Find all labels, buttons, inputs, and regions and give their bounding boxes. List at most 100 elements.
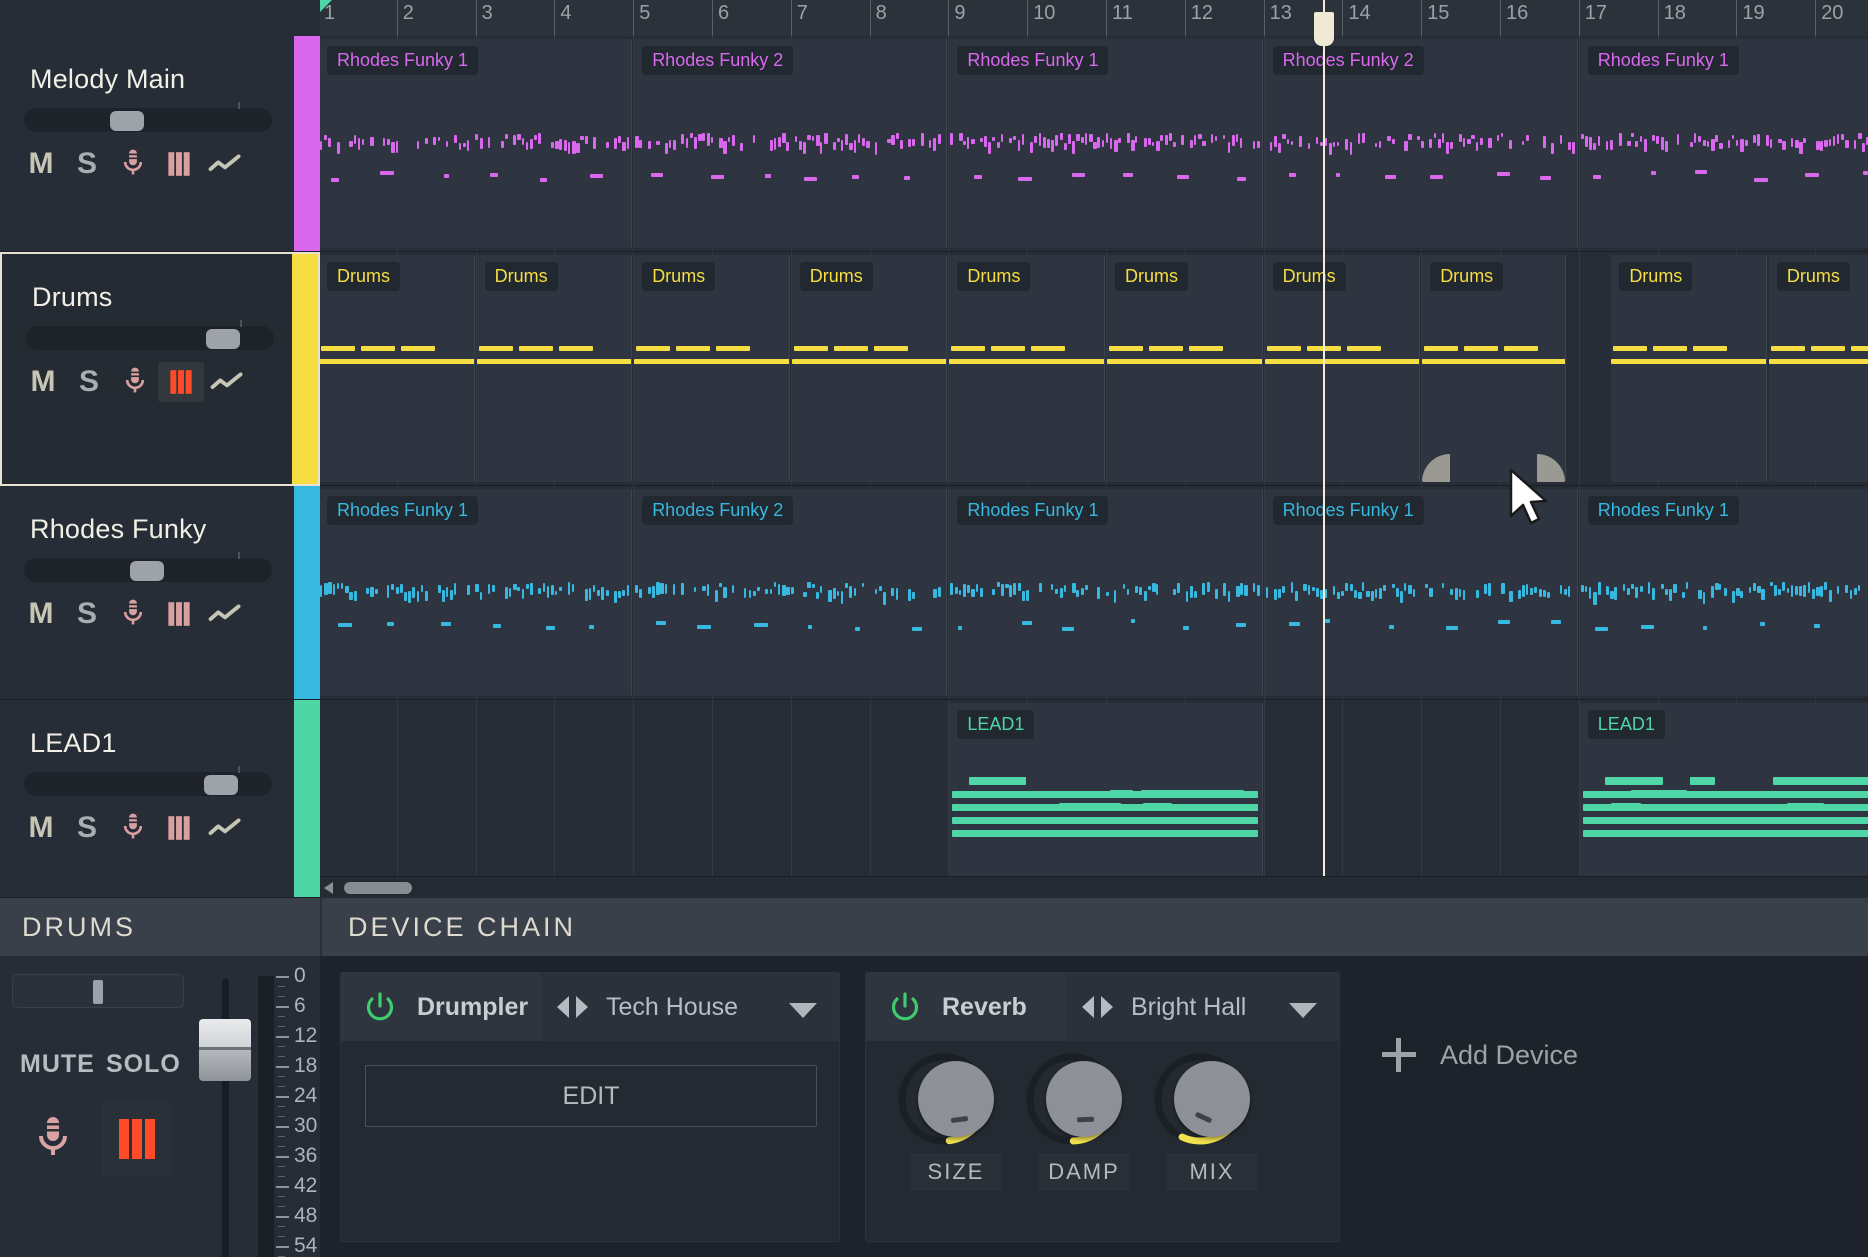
next-preset-icon[interactable] <box>1099 994 1115 1020</box>
volume-fader[interactable] <box>196 956 252 1257</box>
knob-damp[interactable]: DAMP <box>1026 1053 1134 1191</box>
clip[interactable]: Drums <box>1422 255 1566 482</box>
track-lane-3[interactable]: LEAD1 LEAD1 <box>320 700 1868 876</box>
track-volume-slider[interactable] <box>24 766 272 796</box>
device-power-button[interactable] <box>886 988 924 1026</box>
clip[interactable]: Drums <box>1611 255 1767 482</box>
clip[interactable]: Drums <box>1768 255 1868 482</box>
knob-mix[interactable]: MIX <box>1154 1053 1262 1191</box>
track-record-arm-button[interactable] <box>110 808 156 848</box>
clip[interactable]: Drums <box>791 255 948 482</box>
clip[interactable]: Rhodes Funky 1 <box>1264 489 1578 696</box>
clip[interactable]: Drums <box>476 255 633 482</box>
clip[interactable]: Rhodes Funky 1 <box>1579 489 1868 696</box>
track-instrument-button[interactable] <box>158 362 204 402</box>
track-instrument-button[interactable] <box>156 808 202 848</box>
note <box>1038 133 1041 146</box>
track-solo-button[interactable]: S <box>64 808 110 848</box>
track-record-arm-button[interactable] <box>110 144 156 184</box>
track-volume-slider[interactable] <box>24 102 272 132</box>
clip[interactable]: Drums <box>320 255 475 482</box>
preset-nav[interactable] <box>555 994 590 1020</box>
track-automation-button[interactable] <box>202 808 248 848</box>
note <box>404 591 407 601</box>
prev-preset-icon[interactable] <box>555 994 571 1020</box>
clip[interactable]: Drums <box>634 255 790 482</box>
clip[interactable]: Drums <box>949 255 1105 482</box>
track-record-arm-button[interactable] <box>112 362 158 402</box>
note <box>357 137 361 150</box>
device-power-button[interactable] <box>361 988 399 1026</box>
clip[interactable]: Rhodes Funky 1 <box>949 39 1263 248</box>
mute-button[interactable]: MUTE <box>20 1050 95 1079</box>
clip[interactable]: Rhodes Funky 1 <box>1579 39 1868 248</box>
track-header-1[interactable]: Drums M S <box>0 252 320 486</box>
fader-handle[interactable] <box>199 1019 251 1082</box>
track-automation-button[interactable] <box>202 594 248 634</box>
track-mute-button[interactable]: M <box>18 594 64 634</box>
track-mute-button[interactable]: M <box>18 808 64 848</box>
pan-slider[interactable] <box>12 974 184 1008</box>
clip[interactable]: Rhodes Funky 2 <box>634 489 948 696</box>
knob-dial[interactable] <box>1174 1061 1250 1137</box>
clip[interactable]: Rhodes Funky 2 <box>634 39 948 248</box>
volume-slider-handle[interactable] <box>206 329 240 349</box>
knob-dial[interactable] <box>918 1061 994 1137</box>
clip[interactable]: Drums <box>1107 255 1263 482</box>
note <box>786 586 790 595</box>
track-record-arm-button[interactable] <box>110 594 156 634</box>
preset-nav[interactable] <box>1080 994 1115 1020</box>
knob-dial[interactable] <box>1046 1061 1122 1137</box>
clip[interactable]: Rhodes Funky 1 <box>320 489 633 696</box>
scroll-left-arrow-icon[interactable] <box>324 882 333 894</box>
clip[interactable]: Rhodes Funky 1 <box>320 39 633 248</box>
next-preset-icon[interactable] <box>574 994 590 1020</box>
clip[interactable]: Drums <box>1264 255 1421 482</box>
track-instrument-button[interactable] <box>156 594 202 634</box>
record-arm-button[interactable] <box>22 1108 84 1170</box>
playhead-handle[interactable] <box>1313 12 1334 46</box>
track-volume-slider[interactable] <box>26 320 274 350</box>
track-solo-button[interactable]: S <box>64 594 110 634</box>
horizontal-scrollbar[interactable] <box>320 876 1868 898</box>
chevron-down-icon[interactable] <box>789 1003 817 1018</box>
track-solo-button[interactable]: S <box>64 144 110 184</box>
knob-size[interactable]: SIZE <box>898 1053 1006 1191</box>
track-volume-slider[interactable] <box>24 552 272 582</box>
note <box>979 137 984 143</box>
track-header-0[interactable]: Melody Main M S <box>0 36 320 252</box>
device-edit-button[interactable]: EDIT <box>365 1065 817 1127</box>
track-instrument-button[interactable] <box>156 144 202 184</box>
volume-slider-handle[interactable] <box>130 561 164 581</box>
device-preset-zone[interactable]: Bright Hall <box>1066 973 1339 1041</box>
chevron-down-icon[interactable] <box>1289 1003 1317 1018</box>
device-header: Reverb Bright Hall <box>866 973 1339 1041</box>
solo-button[interactable]: SOLO <box>106 1050 181 1079</box>
device-preset-zone[interactable]: Tech House <box>541 973 839 1041</box>
scrollbar-thumb[interactable] <box>344 882 412 894</box>
add-device-button[interactable]: Add Device <box>1380 1036 1578 1074</box>
track-lane-1[interactable]: Drums Drums Drums Drums Drums Drums Drums Drums… <box>320 252 1868 486</box>
pan-slider-handle[interactable] <box>93 980 103 1004</box>
clip[interactable]: Rhodes Funky 1 <box>949 489 1263 696</box>
playhead[interactable] <box>1313 0 1334 876</box>
prev-preset-icon[interactable] <box>1080 994 1096 1020</box>
clip-lanes[interactable]: Rhodes Funky 1 Rhodes Funky 2 Rhodes Funky… <box>320 36 1868 876</box>
timeline-ruler[interactable]: 1 2 3 4 5 6 7 8 9 10 11 12 13 14 15 16 17 18 19 20 <box>320 0 1868 36</box>
track-lane-0[interactable]: Rhodes Funky 1 Rhodes Funky 2 Rhodes Funky… <box>320 36 1868 252</box>
clip[interactable]: LEAD1 <box>1579 703 1868 876</box>
track-solo-button[interactable]: S <box>66 362 112 402</box>
device-name: Reverb <box>942 992 1027 1021</box>
track-automation-button[interactable] <box>204 362 250 402</box>
track-mute-button[interactable]: M <box>20 362 66 402</box>
track-header-2[interactable]: Rhodes Funky M S <box>0 486 320 700</box>
volume-slider-handle[interactable] <box>204 775 238 795</box>
instrument-button[interactable] <box>102 1102 172 1176</box>
clip[interactable]: LEAD1 <box>949 703 1263 876</box>
track-header-3[interactable]: LEAD1 M S <box>0 700 320 898</box>
track-lane-2[interactable]: Rhodes Funky 1 Rhodes Funky 2 Rhodes Funky… <box>320 486 1868 700</box>
track-automation-button[interactable] <box>202 144 248 184</box>
volume-slider-handle[interactable] <box>110 111 144 131</box>
clip[interactable]: Rhodes Funky 2 <box>1264 39 1578 248</box>
track-mute-button[interactable]: M <box>18 144 64 184</box>
